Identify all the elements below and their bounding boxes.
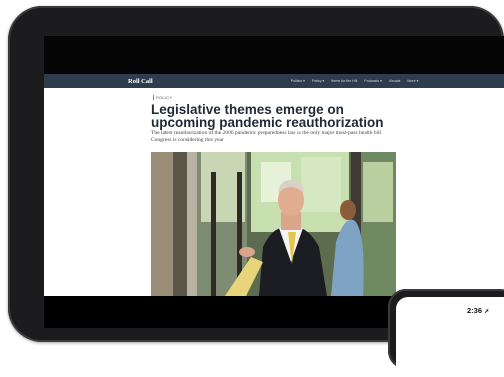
location-arrow-icon: ➚ xyxy=(484,309,490,315)
phone-status-time: 2:36 ➚ xyxy=(467,306,489,315)
nav-item-politics[interactable]: Politics ▾ xyxy=(291,79,305,83)
phone-device: 2:36 ➚ xyxy=(388,289,504,377)
site-navbar: Roll Call Politics ▾ Policy ▾ Items for … xyxy=(44,74,504,88)
article-photo xyxy=(151,152,396,296)
nav-item-items-for-the-hill[interactable]: Items for the Hill xyxy=(331,79,357,83)
screen-top-area xyxy=(44,36,504,74)
article-headline: Legislative themes emerge on upcoming pa… xyxy=(151,102,384,130)
nav-item-more[interactable]: More ▾ xyxy=(407,79,418,83)
nav-links: Politics ▾ Policy ▾ Items for the Hill P… xyxy=(291,79,419,83)
phone-time-text: 2:36 xyxy=(467,306,483,315)
nav-item-policy[interactable]: Policy ▾ xyxy=(312,79,324,83)
nav-item-podcasts[interactable]: Podcasts ▾ xyxy=(364,79,382,83)
tablet-screen: Roll Call Politics ▾ Policy ▾ Items for … xyxy=(44,36,504,328)
article-dek: The latest reauthorization of the 2006 p… xyxy=(151,130,382,143)
article-photo-image xyxy=(151,152,396,296)
nav-item-visuals[interactable]: Visuals xyxy=(389,79,401,83)
article-page: POLICY Legislative themes emerge on upco… xyxy=(44,88,504,296)
section-tag[interactable]: POLICY xyxy=(153,95,172,100)
site-logo[interactable]: Roll Call xyxy=(128,78,153,85)
